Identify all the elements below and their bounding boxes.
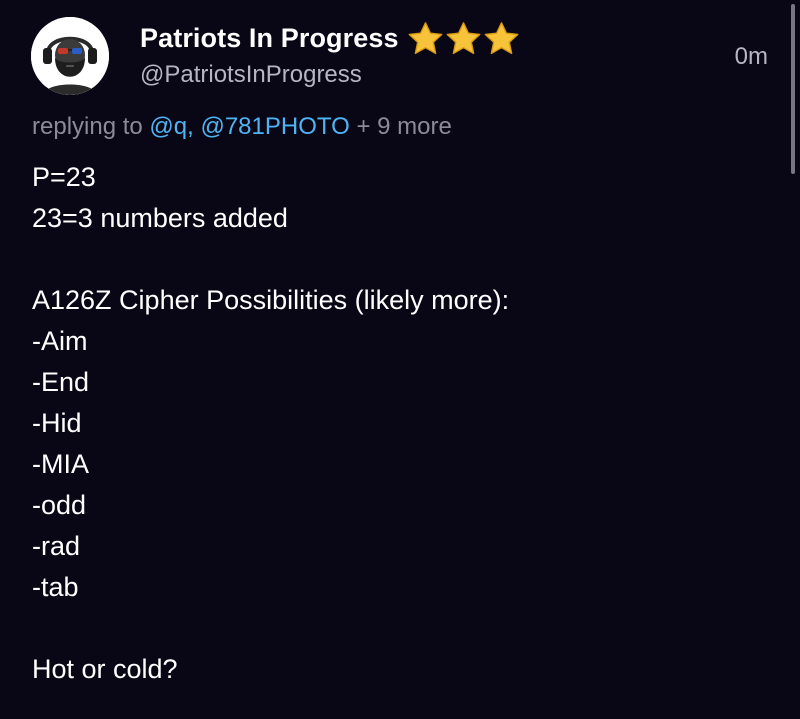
replying-to-label: replying to [32, 113, 143, 140]
author-avatar[interactable] [31, 17, 109, 95]
post-timestamp: 0m [734, 43, 768, 70]
author-badges [407, 21, 520, 56]
body-line: A126Z Cipher Possibilities (likely more)… [32, 285, 510, 315]
body-line: -Aim [32, 326, 88, 356]
more-mentions-link[interactable]: + 9 more [356, 113, 451, 140]
post-body: P=23 23=3 numbers added A126Z Cipher Pos… [32, 157, 752, 690]
mention-link-781photo[interactable]: @781PHOTO [200, 113, 349, 140]
star-icon [484, 21, 518, 54]
star-icon [446, 21, 480, 54]
body-line [32, 608, 752, 649]
body-line: P=23 [32, 162, 96, 192]
body-line: -rad [32, 531, 81, 561]
body-line: 23=3 numbers added [32, 203, 288, 233]
body-line: -End [32, 367, 90, 397]
body-line: Hot or cold? [32, 654, 178, 684]
author-display-name[interactable]: Patriots In Progress [140, 23, 399, 54]
author-handle[interactable]: @PatriotsInProgress [140, 61, 362, 89]
body-line [32, 239, 752, 280]
body-line: -odd [32, 490, 87, 520]
body-line: -Hid [32, 408, 82, 438]
post-card: Patriots In Progress @PatriotsInProgress… [0, 0, 800, 719]
replying-to-line: replying to @q, @781PHOTO + 9 more [32, 113, 452, 141]
body-line: -MIA [32, 449, 89, 479]
scrollbar-thumb[interactable] [791, 4, 795, 174]
body-line: -tab [32, 572, 79, 602]
star-icon [408, 21, 442, 54]
bearded-man-headphones-avatar-icon [31, 17, 109, 95]
author-name-row: Patriots In Progress [140, 18, 520, 58]
mention-link-q[interactable]: @q, [149, 113, 193, 140]
